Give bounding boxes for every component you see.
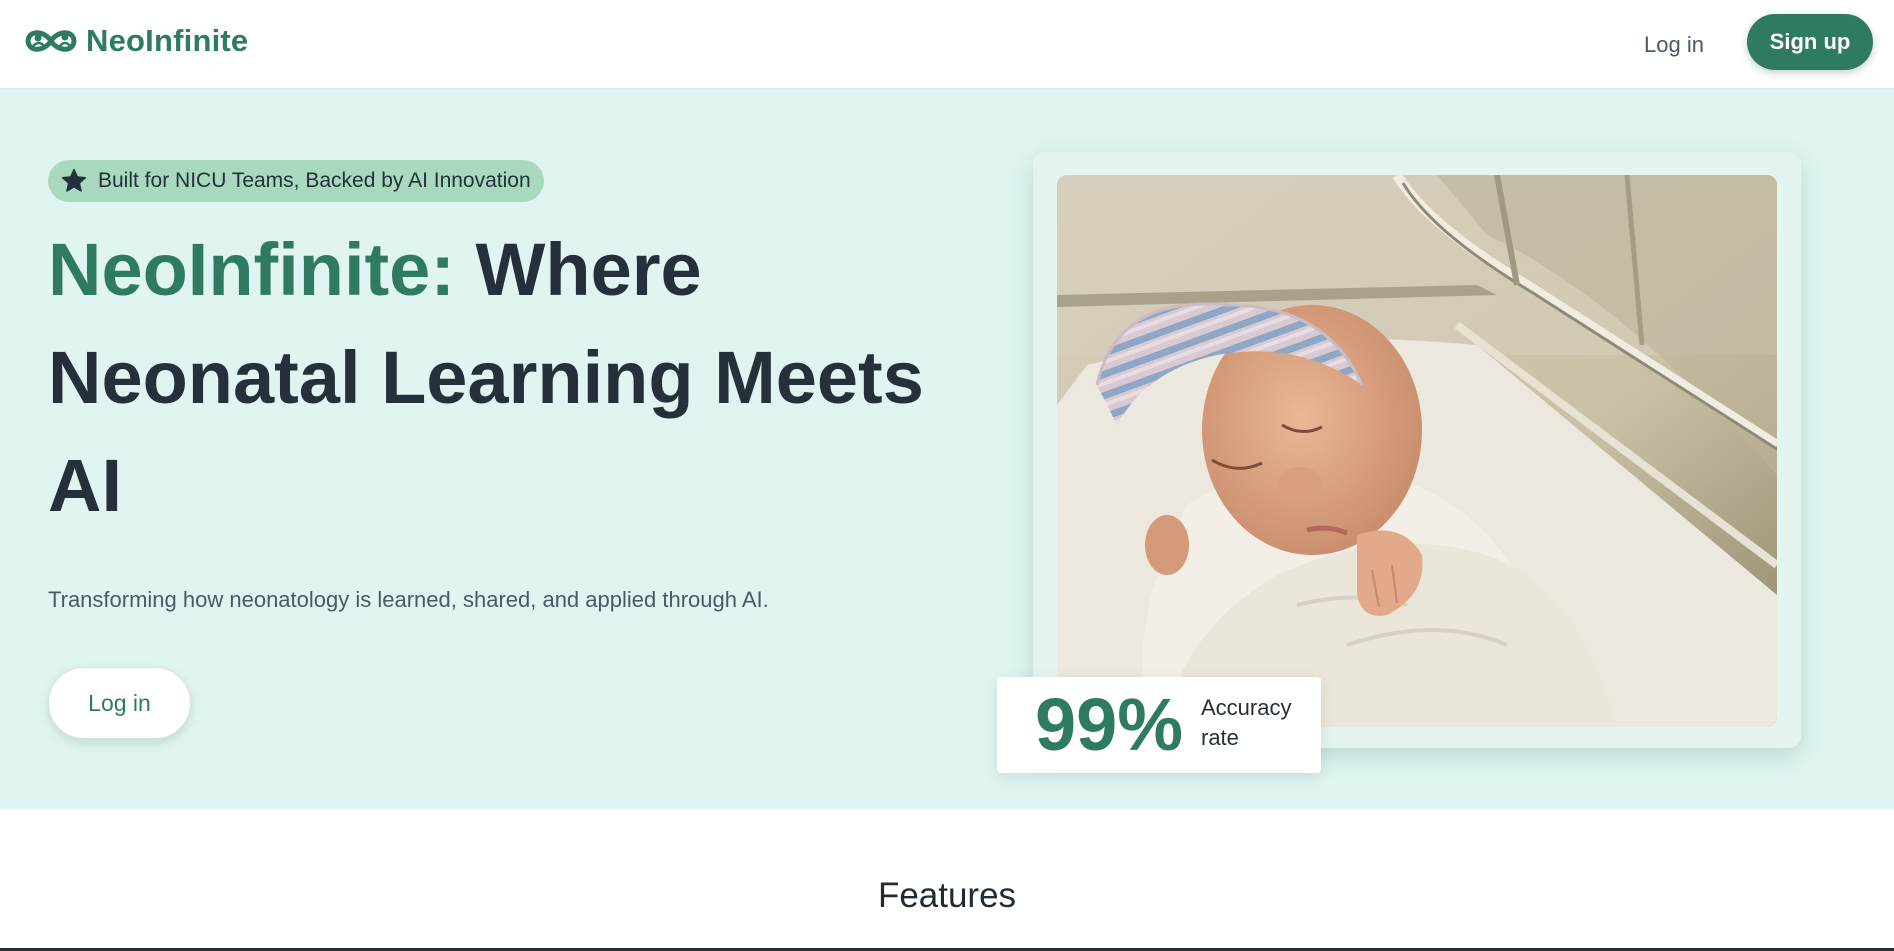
hero-login-button[interactable]: Log in <box>48 667 191 739</box>
infinity-logo-icon <box>25 30 77 52</box>
newborn-photo <box>1057 175 1777 727</box>
brand-logo[interactable]: NeoInfinite <box>23 22 248 60</box>
header-login-button[interactable]: Log in <box>1620 24 1728 66</box>
accuracy-stat-card: 99% Accuracy rate <box>997 677 1321 773</box>
star-icon <box>61 168 87 192</box>
hero-section: Built for NICU Teams, Backed by AI Innov… <box>0 89 1894 809</box>
stat-value: 99% <box>1035 683 1184 766</box>
hero-badge: Built for NICU Teams, Backed by AI Innov… <box>48 160 544 202</box>
badge-text: Built for NICU Teams, Backed by AI Innov… <box>98 169 531 192</box>
hero-subtitle: Transforming how neonatology is learned,… <box>48 587 769 612</box>
hero-headline: NeoInfinite: Where Neonatal Learning Mee… <box>48 216 978 540</box>
headline-accent: NeoInfinite: <box>48 228 455 311</box>
features-heading: Features <box>877 876 1017 915</box>
brand-name: NeoInfinite <box>86 23 249 58</box>
signup-button[interactable]: Sign up <box>1747 14 1873 70</box>
hero-image-card <box>1033 152 1801 748</box>
top-navigation-bar: NeoInfinite Log in Sign up <box>0 0 1894 89</box>
stat-label: Accuracy rate <box>1201 695 1292 750</box>
